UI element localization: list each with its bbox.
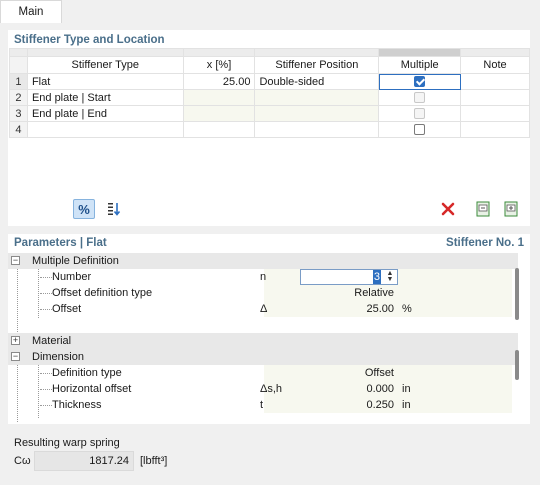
table-row[interactable]: 1 Flat 25.00 Double-sided: [9, 73, 530, 90]
expand-icon[interactable]: +: [11, 336, 20, 345]
tab-main[interactable]: Main: [0, 0, 62, 23]
export-icon: [504, 201, 518, 217]
group-material[interactable]: + Material: [8, 333, 518, 349]
collapse-icon[interactable]: −: [11, 256, 20, 265]
cell-x[interactable]: [182, 89, 256, 106]
param-row-thickness[interactable]: Thickness t 0.250 in: [8, 397, 518, 413]
cell-stiffener-type[interactable]: End plate | Start: [26, 89, 184, 106]
table-row[interactable]: 3 End plate | End: [9, 105, 530, 122]
stiffener-table: Stiffener Type x [%] Stiffener Position …: [9, 48, 530, 138]
cell-multiple: [378, 105, 462, 122]
export-button[interactable]: [500, 199, 522, 219]
cell-note[interactable]: [460, 89, 530, 106]
param-row-number[interactable]: Number n 3 ▲ ▼: [8, 269, 518, 285]
delete-button[interactable]: [437, 199, 459, 219]
tab-bar: [0, 0, 540, 22]
cell-note[interactable]: [460, 121, 530, 138]
stiffener-section-title: Stiffener Type and Location: [14, 34, 165, 46]
scrollbar-thumb[interactable]: [515, 350, 519, 380]
import-icon: [476, 201, 490, 217]
cell-multiple: [378, 89, 462, 106]
cell-position[interactable]: [254, 121, 380, 138]
spinner-arrows-icon[interactable]: ▲ ▼: [385, 270, 395, 283]
result-symbol: Cω: [14, 455, 31, 467]
row-number: 4: [9, 121, 28, 138]
param-row-offset-type[interactable]: Offset definition type Relative: [8, 285, 518, 301]
cell-stiffener-type[interactable]: [26, 121, 184, 138]
group-multiple-definition[interactable]: − Multiple Definition: [8, 253, 518, 269]
parameters-title: Parameters | Flat: [14, 237, 107, 249]
result-value: 1817.24: [34, 451, 134, 471]
table-row[interactable]: 2 End plate | Start: [9, 89, 530, 106]
collapse-icon[interactable]: −: [11, 352, 20, 361]
row-number: 2: [9, 89, 28, 106]
sort-icon: [108, 203, 121, 216]
thickness-value[interactable]: 0.250: [300, 397, 394, 413]
parameters-scrollbar[interactable]: [513, 262, 521, 422]
cell-position[interactable]: [254, 105, 380, 122]
horizontal-offset-value[interactable]: 0.000: [300, 381, 394, 397]
result-label: Resulting warp spring: [14, 437, 120, 449]
cell-x[interactable]: 25.00: [182, 73, 256, 90]
percent-toggle-icon: %: [78, 201, 90, 217]
cell-note[interactable]: [460, 73, 530, 90]
percent-toggle-button[interactable]: %: [73, 199, 95, 219]
offset-value[interactable]: 25.00: [300, 301, 394, 317]
cell-x[interactable]: [182, 121, 256, 138]
definition-type-value[interactable]: Offset: [300, 365, 394, 381]
table-row[interactable]: 4: [9, 121, 530, 138]
cell-position[interactable]: Double-sided: [254, 73, 380, 90]
number-input[interactable]: 3 ▲ ▼: [300, 269, 398, 285]
col-header-position[interactable]: Stiffener Position: [254, 56, 380, 74]
multiple-checkbox: [414, 92, 426, 104]
sort-button[interactable]: [103, 199, 125, 219]
cell-x[interactable]: [182, 105, 256, 122]
col-header-x[interactable]: x [%]: [182, 56, 256, 74]
import-button[interactable]: [472, 199, 494, 219]
col-header-note[interactable]: Note: [460, 56, 530, 74]
stiffener-number: Stiffener No. 1: [446, 237, 524, 249]
multiple-checkbox[interactable]: [414, 124, 426, 136]
cell-position[interactable]: [254, 89, 380, 106]
cell-multiple[interactable]: [378, 121, 462, 138]
param-row-horizontal-offset[interactable]: Horizontal offset Δs,h 0.000 in: [8, 381, 518, 397]
group-dimension[interactable]: − Dimension: [8, 349, 518, 365]
cell-stiffener-type[interactable]: End plate | End: [26, 105, 184, 122]
col-header-multiple[interactable]: Multiple: [378, 56, 462, 74]
scrollbar-thumb[interactable]: [515, 268, 519, 320]
row-number: 3: [9, 105, 28, 122]
col-header-stiffener-type[interactable]: Stiffener Type: [26, 56, 184, 74]
param-row-offset[interactable]: Offset Δ 25.00 %: [8, 301, 518, 317]
row-number: 1: [9, 73, 28, 90]
multiple-checkbox: [414, 108, 426, 120]
param-row-definition-type[interactable]: Definition type Offset: [8, 365, 518, 381]
multiple-checkbox[interactable]: [414, 76, 426, 88]
cell-stiffener-type[interactable]: Flat: [26, 73, 184, 90]
delete-icon: [441, 202, 455, 216]
result-unit: [lbfft³]: [140, 455, 168, 467]
offset-type-value[interactable]: Relative: [300, 285, 394, 301]
cell-multiple[interactable]: [378, 73, 462, 90]
cell-note[interactable]: [460, 105, 530, 122]
